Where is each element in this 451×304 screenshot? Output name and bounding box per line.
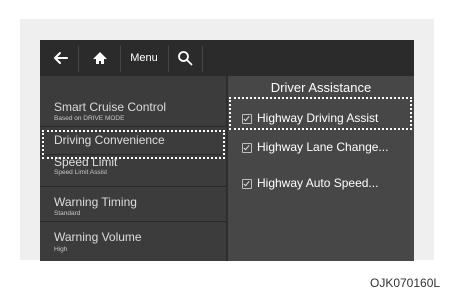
highlight-highway-driving-assist bbox=[229, 97, 412, 130]
figure-caption: OJK070160L bbox=[370, 276, 441, 290]
menu-item-warning-volume[interactable]: Warning Volume High bbox=[40, 222, 226, 261]
search-button[interactable] bbox=[172, 46, 198, 70]
left-menu-panel: Smart Cruise Control Based on DRIVE MODE… bbox=[40, 76, 226, 261]
toolbar-separator bbox=[120, 46, 121, 72]
menu-item-subtitle: High bbox=[54, 246, 68, 253]
menu-item-subtitle: Based on DRIVE MODE bbox=[54, 115, 125, 122]
toolbar-separator bbox=[202, 46, 203, 72]
menu-item-warning-timing[interactable]: Warning Timing Standard bbox=[40, 187, 226, 220]
menu-item-title: Warning Timing bbox=[54, 195, 137, 209]
home-icon bbox=[93, 52, 107, 64]
highlight-driving-convenience bbox=[42, 130, 225, 159]
toolbar: Menu bbox=[40, 40, 414, 76]
menu-item-smart-cruise-control[interactable]: Smart Cruise Control Based on DRIVE MODE bbox=[40, 76, 226, 126]
back-button[interactable] bbox=[46, 46, 74, 70]
option-highway-auto-speed[interactable]: Highway Auto Speed... bbox=[228, 171, 414, 197]
menu-item-speed-limit[interactable]: Speed Limit Speed Limit Assist bbox=[40, 155, 226, 183]
menu-item-title: Smart Cruise Control bbox=[54, 100, 167, 114]
toolbar-separator bbox=[78, 46, 79, 72]
option-label: Highway Auto Speed... bbox=[257, 176, 379, 190]
infotainment-screen: Menu Smart Cruise Control Based on DRIVE… bbox=[40, 40, 414, 261]
checkbox[interactable] bbox=[242, 179, 252, 189]
home-button[interactable] bbox=[86, 46, 114, 70]
search-icon bbox=[178, 51, 193, 66]
menu-label: Menu bbox=[130, 52, 158, 64]
menu-button[interactable]: Menu bbox=[124, 46, 164, 70]
back-arrow-icon bbox=[54, 52, 68, 64]
menu-item-subtitle: Standard bbox=[54, 210, 81, 217]
menu-item-subtitle: Speed Limit Assist bbox=[54, 169, 108, 176]
menu-item-title: Warning Volume bbox=[54, 230, 142, 244]
checkbox[interactable] bbox=[242, 143, 252, 153]
panel-title: Driver Assistance bbox=[270, 80, 372, 95]
option-highway-lane-change[interactable]: Highway Lane Change... bbox=[228, 135, 414, 161]
option-label: Highway Lane Change... bbox=[257, 140, 389, 154]
toolbar-separator bbox=[168, 46, 169, 72]
